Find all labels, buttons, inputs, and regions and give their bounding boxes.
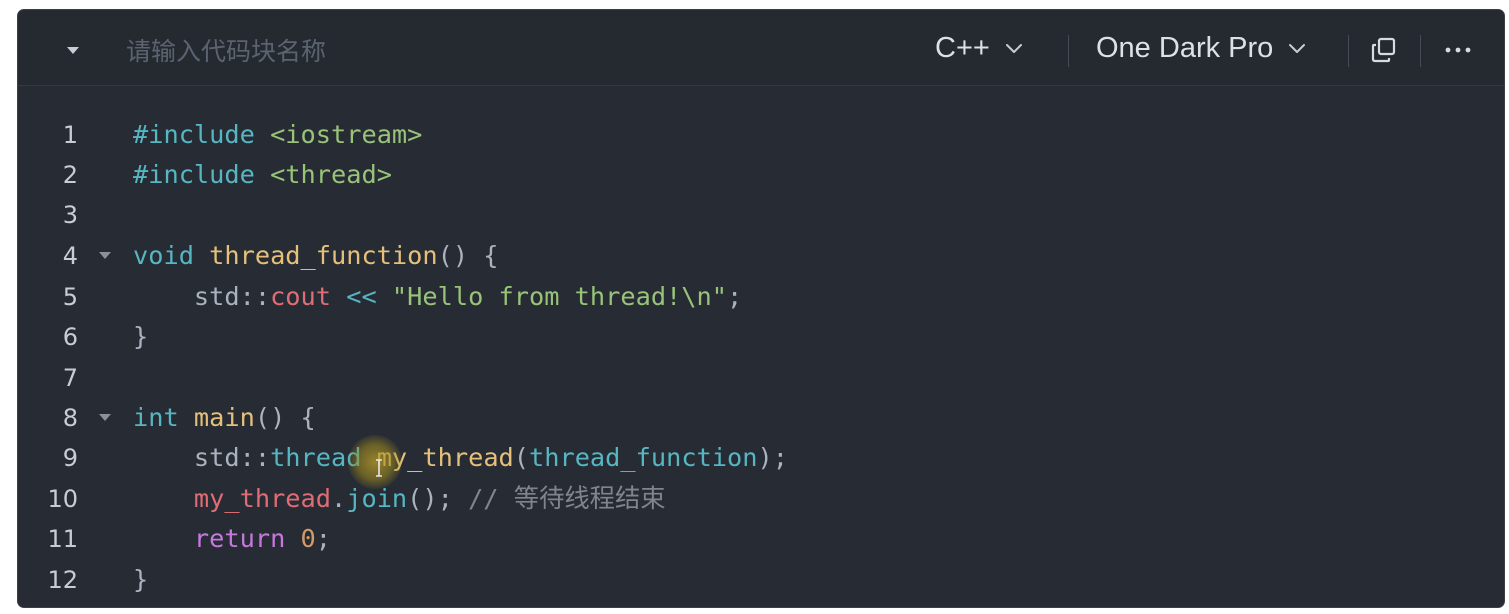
fold-triangle-icon[interactable] — [96, 250, 114, 262]
code-token: ( — [513, 443, 530, 472]
code-token: 0 — [300, 524, 316, 553]
toolbar-divider — [1348, 35, 1349, 67]
line-number: 2 — [62, 161, 78, 189]
code-token: #include — [133, 160, 271, 189]
code-token: } — [133, 565, 149, 594]
code-text: #include <thread> — [133, 155, 392, 195]
line-number: 4 — [62, 242, 78, 270]
line-number: 5 — [62, 283, 78, 311]
code-text: #include <iostream> — [133, 115, 422, 155]
language-select-label: C++ — [935, 31, 990, 64]
line-number: 3 — [62, 201, 78, 229]
collapse-triangle-icon[interactable] — [61, 40, 85, 60]
code-line: 9 std::thread my_thread(thread_function)… — [18, 438, 1504, 478]
more-horizontal-icon[interactable] — [1440, 34, 1476, 66]
line-number: 6 — [62, 323, 78, 351]
line-number: 8 — [62, 404, 78, 432]
theme-select[interactable]: One Dark Pro — [1096, 28, 1307, 68]
code-text: std::thread my_thread(thread_function); — [133, 438, 788, 478]
chevron-down-icon — [1289, 44, 1306, 53]
code-token: . — [331, 484, 347, 513]
code-text: void thread_function() { — [133, 236, 499, 276]
code-line: 1 #include <iostream> — [18, 115, 1504, 155]
code-line: 8 int main() { — [18, 398, 1504, 438]
code-line: 11 return 0; — [18, 519, 1504, 559]
code-token: << — [331, 282, 392, 311]
toolbar-divider — [1420, 35, 1421, 67]
line-number: 12 — [47, 566, 78, 594]
code-token: "Hello from thread!\n" — [391, 282, 727, 311]
line-number: 10 — [47, 485, 78, 513]
code-block-name-input[interactable] — [124, 30, 588, 72]
copy-icon[interactable] — [1368, 34, 1400, 66]
code-token: std:: — [133, 443, 271, 472]
code-token: my_thread — [376, 443, 514, 472]
code-line: 6} — [18, 317, 1504, 357]
code-token: my_thread — [193, 484, 331, 513]
code-token: cout — [270, 282, 331, 311]
code-token: (); — [407, 484, 469, 513]
code-line: 4 void thread_function() { — [18, 236, 1504, 276]
line-number: 1 — [62, 121, 78, 149]
code-token: () { — [254, 403, 316, 432]
code-line: 7 — [18, 358, 1504, 398]
line-number: 7 — [62, 364, 78, 392]
code-token: std:: — [133, 282, 271, 311]
line-number: 9 — [62, 444, 78, 472]
code-line: 10 my_thread.join(); // 等待线程结束 — [18, 479, 1504, 519]
toolbar-divider — [1068, 35, 1069, 67]
code-text: } — [133, 317, 148, 357]
language-select[interactable]: C++ — [935, 28, 1024, 68]
code-token: int — [133, 403, 194, 432]
code-token: thread_function — [529, 443, 758, 472]
code-line: 2 #include <thread> — [18, 155, 1504, 195]
code-token: ; — [315, 524, 332, 553]
code-editor[interactable]: 1 #include <iostream> 2 #include <thread> 3 4… — [18, 86, 1504, 607]
code-token: join — [346, 484, 408, 513]
code-token: #include — [133, 120, 271, 149]
theme-select-label: One Dark Pro — [1096, 31, 1274, 64]
chevron-down-icon — [1005, 44, 1022, 53]
code-block-toolbar: C++ One Dark Pro — [18, 10, 1504, 86]
code-token: <thread> — [270, 160, 392, 189]
code-line: 3 — [18, 195, 1504, 235]
code-block: C++ One Dark Pro 1 #include <iostream> 2 #i… — [18, 10, 1504, 607]
code-token: } — [133, 322, 149, 351]
code-line: 5 std::cout << "Hello from thread!\n"; — [18, 277, 1504, 317]
code-token: ); — [757, 443, 788, 472]
code-text: my_thread.join(); // 等待线程结束 — [133, 479, 666, 519]
code-token: main — [193, 403, 255, 432]
line-number: 11 — [47, 525, 78, 553]
code-token: // 等待线程结束 — [468, 484, 666, 513]
code-token: () { — [437, 241, 499, 270]
code-text: } — [133, 560, 148, 600]
code-text: return 0; — [133, 519, 331, 559]
code-token: thread — [270, 443, 362, 472]
code-text: int main() { — [133, 398, 316, 438]
fold-triangle-icon[interactable] — [96, 412, 114, 424]
code-token: <iostream> — [270, 120, 423, 149]
code-text: std::cout << "Hello from thread!\n"; — [133, 277, 742, 317]
code-token: void — [133, 241, 210, 270]
code-line: 12} — [18, 560, 1504, 600]
code-token: return — [193, 524, 301, 553]
code-token: ; — [726, 282, 743, 311]
code-token: thread_function — [209, 241, 438, 270]
